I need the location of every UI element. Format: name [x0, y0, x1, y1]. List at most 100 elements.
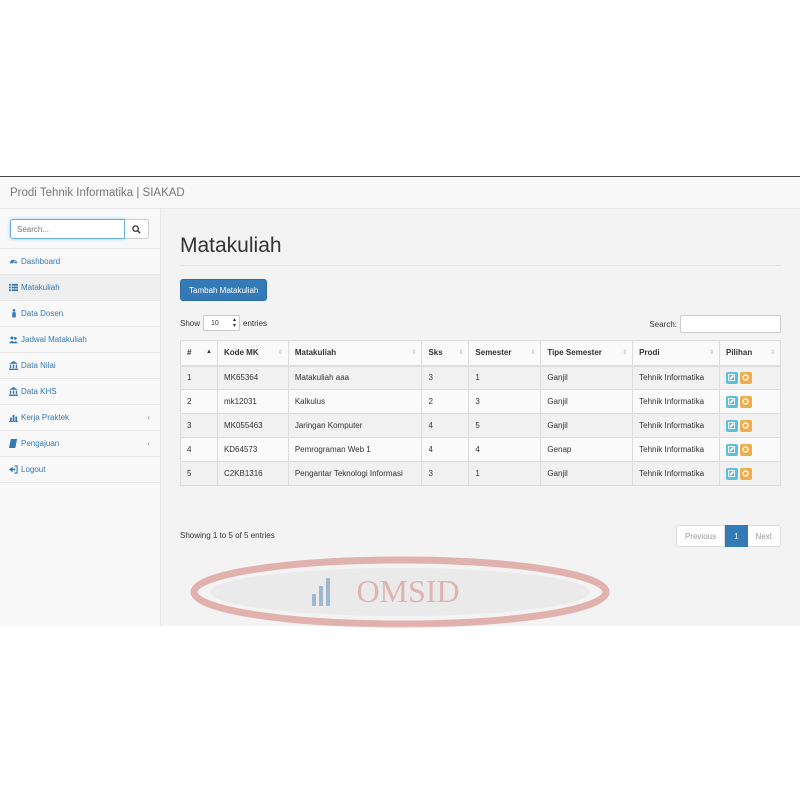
column-header[interactable]: # ▲: [180, 340, 218, 367]
edit-button[interactable]: [725, 371, 738, 384]
table-cell: Pemrograman Web 1: [287, 437, 423, 462]
sort-icon: ⇕: [622, 350, 628, 356]
table-cell: 5: [468, 413, 542, 438]
sidebar-item-data-khs[interactable]: Data KHS: [0, 379, 160, 405]
chevron-left-icon[interactable]: ‹: [147, 413, 150, 422]
table-header-row: # ▲ Kode MK ⇕ Matakuliah ⇕ Sks ⇕ Semester ⇕ T…: [180, 340, 782, 367]
sidebar-item-pengajuan[interactable]: Pengajuan ‹: [0, 431, 160, 457]
add-matakuliah-button[interactable]: Tambah Matakuliah: [180, 279, 268, 301]
sidebar-item-label: Data KHS: [21, 387, 57, 396]
table-cell: 3: [421, 365, 470, 390]
delete-button[interactable]: [739, 443, 752, 456]
settings-icon: [742, 374, 750, 381]
sort-asc-icon: ▲: [205, 349, 212, 355]
table-cell: 3: [468, 389, 542, 414]
sort-icon: ⇕: [458, 350, 464, 356]
table-cell: Tehnik Informatika: [632, 461, 720, 486]
list-icon: [9, 283, 18, 292]
table-cell: Genap: [540, 437, 634, 462]
sidebar-item-matakuliah[interactable]: Matakuliah: [0, 275, 160, 301]
entries-label: entries: [243, 318, 268, 328]
table-search-label: Search:: [649, 319, 677, 329]
sidebar-item-label: Data Dosen: [21, 309, 64, 318]
entries-select-value: 10: [211, 319, 219, 327]
table-cell: Ganjil: [540, 413, 634, 438]
sidebar-item-dashboard[interactable]: Dashboard: [0, 249, 160, 275]
entries-select[interactable]: 10 ▴ ▾: [203, 315, 241, 331]
table-cell: Pengantar Teknologi Informasi: [287, 461, 423, 486]
column-header[interactable]: Prodi ⇕: [632, 340, 720, 367]
delete-button[interactable]: [739, 395, 752, 408]
table-cell: Ganjil: [540, 365, 634, 390]
table-cell: Ganjil: [540, 461, 634, 486]
edit-button[interactable]: [725, 419, 738, 432]
bank-icon: [9, 361, 18, 370]
pagination-previous[interactable]: Previous: [675, 525, 726, 547]
sidebar-item-data-dosen[interactable]: Data Dosen: [0, 301, 160, 327]
search-button[interactable]: [125, 219, 149, 239]
table-cell: Tehnik Informatika: [632, 389, 720, 414]
page-title: Matakuliah: [180, 234, 282, 257]
title-divider: [180, 265, 781, 266]
table-cell: 3: [421, 461, 470, 486]
table-row: 3 MK055463 Jaringan Komputer 4 5 Ganjil …: [180, 413, 782, 438]
table-cell: 2: [421, 389, 470, 414]
main-content: Matakuliah Tambah Matakuliah Show 10 ▴ ▾ …: [161, 209, 800, 626]
column-header[interactable]: Sks ⇕: [421, 340, 470, 367]
settings-icon: [742, 398, 750, 405]
matakuliah-table: # ▲ Kode MK ⇕ Matakuliah ⇕ Sks ⇕ Semester ⇕ T…: [180, 340, 782, 486]
book-icon: [9, 439, 18, 448]
table-info: Showing 1 to 5 of 5 entries: [180, 531, 275, 540]
table-cell: Kalkulus: [287, 389, 423, 414]
column-header[interactable]: Matakuliah ⇕: [287, 340, 423, 367]
column-header[interactable]: Pilihan ⇕: [718, 340, 782, 367]
edit-button[interactable]: [725, 395, 738, 408]
sidebar: Dashboard Matakuliah Data Dosen Jadwal M…: [0, 209, 161, 626]
dashboard-icon: [9, 257, 18, 266]
table-cell: 4: [421, 437, 470, 462]
sidebar-item-label: Pengajuan: [21, 439, 60, 448]
navbar-brand[interactable]: Prodi Tehnik Informatika | SIAKAD: [0, 187, 185, 199]
sidebar-item-label: Data Nilai: [21, 361, 56, 370]
actions-cell: [718, 365, 782, 390]
table-search-input[interactable]: [680, 315, 781, 333]
actions-cell: [718, 389, 782, 414]
delete-button[interactable]: [739, 419, 752, 432]
actions-cell: [718, 437, 782, 462]
table-row: 5 C2KB1316 Pengantar Teknologi Informasi…: [180, 461, 782, 486]
edit-button[interactable]: [725, 467, 738, 480]
sidebar-item-label: Matakuliah: [21, 283, 60, 292]
table-row: 1 MK65364 Matakuliah aaa 3 1 Ganjil Tehn…: [180, 365, 782, 390]
chevron-left-icon[interactable]: ‹: [147, 439, 150, 448]
entries-length-control: Show 10 ▴ ▾ entries: [180, 315, 267, 331]
actions-cell: [718, 413, 782, 438]
table-cell: 5: [180, 461, 218, 486]
settings-icon: [742, 470, 750, 477]
sidebar-item-kerja-praktek[interactable]: Kerja Praktek ‹: [0, 405, 160, 431]
edit-button[interactable]: [725, 443, 738, 456]
pagination-next[interactable]: Next: [747, 525, 781, 547]
table-cell: 1: [180, 365, 218, 390]
edit-icon: [728, 398, 736, 405]
column-header[interactable]: Kode MK ⇕: [216, 340, 289, 367]
sidebar-item-jadwal-matakuliah[interactable]: Jadwal Matakuliah: [0, 327, 160, 353]
pagination: Previous 1 Next: [675, 525, 781, 547]
column-header[interactable]: Tipe Semester ⇕: [540, 340, 634, 367]
table-cell: Tehnik Informatika: [632, 413, 720, 438]
sidebar-item-label: Kerja Praktek: [21, 413, 70, 422]
column-header[interactable]: Semester ⇕: [468, 340, 542, 367]
sidebar-search: [0, 209, 160, 249]
settings-icon: [742, 422, 750, 429]
search-input[interactable]: [10, 219, 125, 239]
pagination-page[interactable]: 1: [725, 525, 748, 547]
delete-button[interactable]: [739, 371, 752, 384]
sidebar-item-data-nilai[interactable]: Data Nilai: [0, 353, 160, 379]
table-cell: mk12031: [216, 389, 289, 414]
delete-button[interactable]: [739, 467, 752, 480]
edit-icon: [728, 422, 736, 429]
show-label: Show: [180, 318, 201, 328]
navbar: Prodi Tehnik Informatika | SIAKAD: [0, 177, 800, 209]
sidebar-item-logout[interactable]: Logout: [0, 457, 160, 483]
person-icon: [9, 309, 18, 318]
table-cell: Ganjil: [540, 389, 634, 414]
